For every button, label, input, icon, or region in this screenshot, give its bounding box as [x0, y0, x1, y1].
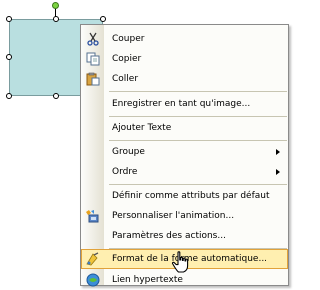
menu-item-label: Définir comme attributs par défaut — [112, 191, 270, 201]
hyperlink-icon — [85, 273, 100, 287]
menu-item-couper[interactable]: Couper — [81, 29, 288, 49]
menu-item-ajouter-texte[interactable]: Ajouter Texte — [81, 118, 288, 138]
menu-item-enregistrer-image[interactable]: Enregistrer en tant qu'image... — [81, 94, 288, 114]
resize-handle-top-left[interactable] — [6, 16, 12, 22]
menu-item-ordre[interactable]: Ordre — [81, 162, 288, 182]
menu-item-label: Ajouter Texte — [112, 123, 172, 133]
menu-item-label: Couper — [112, 34, 145, 44]
menu-item-groupe[interactable]: Groupe — [81, 142, 288, 162]
menu-separator — [109, 184, 287, 185]
submenu-arrow-icon — [276, 149, 280, 155]
menu-item-label: Ordre — [112, 167, 138, 177]
menu-separator — [109, 116, 287, 117]
rotation-handle[interactable] — [52, 2, 59, 9]
context-menu: Couper Copier Coller Enregistrer en tant… — [80, 24, 289, 287]
menu-item-label: Enregistrer en tant qu'image... — [112, 99, 251, 109]
resize-handle-top[interactable] — [53, 16, 59, 22]
paste-icon — [85, 72, 100, 86]
menu-item-parametres-actions[interactable]: Paramètres des actions... — [81, 226, 288, 246]
scissors-icon — [85, 32, 100, 46]
format-shape-icon — [85, 252, 100, 266]
menu-separator — [109, 91, 287, 92]
resize-handle-bottom-left[interactable] — [6, 93, 12, 99]
menu-item-label: Coller — [112, 74, 139, 84]
hand-pointer-cursor-icon — [171, 251, 189, 273]
menu-item-personnaliser-animation[interactable]: Personnaliser l'animation... — [81, 206, 288, 226]
menu-item-label: Groupe — [112, 147, 145, 157]
menu-item-copier[interactable]: Copier — [81, 49, 288, 69]
resize-handle-bottom[interactable] — [53, 93, 59, 99]
menu-item-label: Copier — [112, 54, 142, 64]
animation-icon — [85, 209, 100, 223]
menu-separator — [109, 140, 287, 141]
resize-handle-top-right[interactable] — [100, 16, 106, 22]
menu-item-label: Paramètres des actions... — [112, 231, 226, 241]
copy-icon — [85, 52, 100, 66]
menu-item-definir-attributs[interactable]: Définir comme attributs par défaut — [81, 186, 288, 206]
menu-item-label: Personnaliser l'animation... — [112, 211, 235, 221]
submenu-arrow-icon — [276, 169, 280, 175]
resize-handle-left[interactable] — [6, 54, 12, 60]
menu-item-coller[interactable]: Coller — [81, 69, 288, 89]
